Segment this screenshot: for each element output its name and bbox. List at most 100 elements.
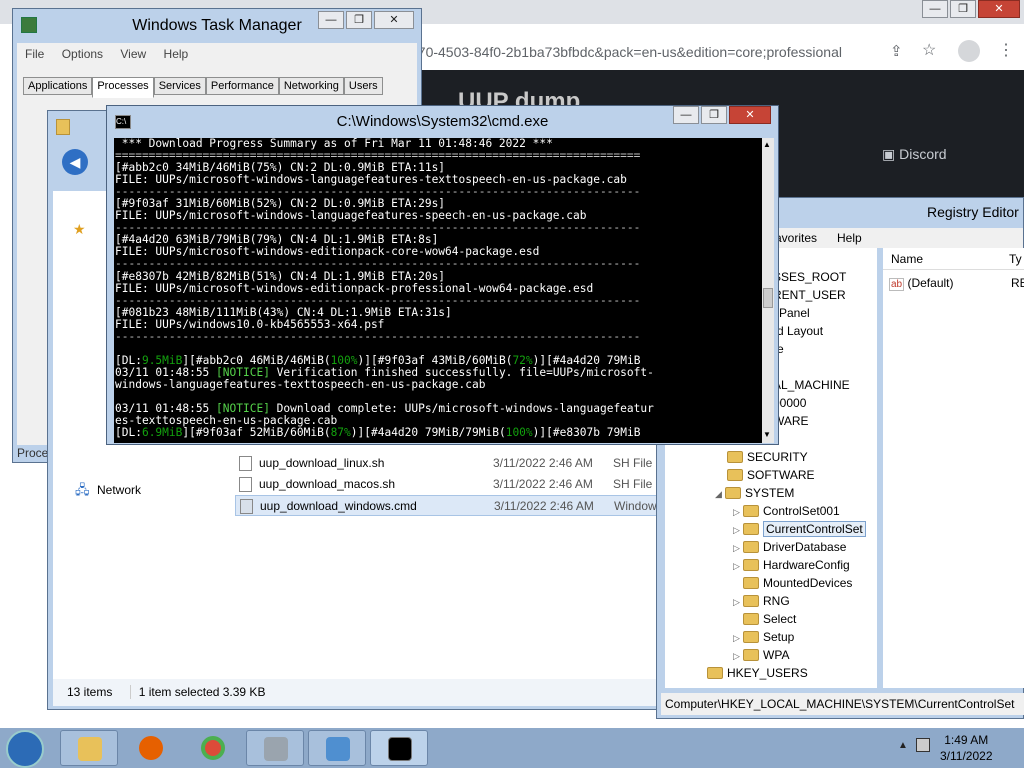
tray-arrow-icon[interactable]: ▲ (898, 740, 908, 751)
collapsed-arrow-icon[interactable]: ▷ (733, 503, 743, 521)
tree-item-security[interactable]: SECURITY (727, 448, 808, 466)
browser-maximize-button[interactable]: ❐ (950, 0, 976, 18)
nav-network[interactable]: Network (97, 483, 141, 497)
tm-menubar: File Options View Help (17, 43, 417, 65)
tree-item[interactable]: AL_MACHINE (773, 376, 850, 394)
task-manager-taskbar-icon (264, 737, 288, 761)
favorites-star-icon: ★ (73, 221, 86, 237)
registry-values-pane: Name Ty ab (Default) RE (883, 248, 1024, 688)
bookmark-star-icon[interactable]: ☆ (922, 40, 936, 60)
tm-minimize-button[interactable]: — (318, 11, 344, 29)
reg-menu-help[interactable]: Help (837, 231, 862, 245)
string-value-icon: ab (889, 278, 905, 291)
expanded-arrow-icon[interactable]: ◢ (715, 485, 725, 503)
tree-item-select[interactable]: Select (743, 610, 796, 628)
collapsed-arrow-icon[interactable]: ▷ (733, 593, 743, 611)
file-row[interactable]: uup_download_linux.sh 3/11/2022 2:46 AM … (235, 453, 659, 474)
col-type[interactable]: Ty (1009, 248, 1022, 270)
cmd-close-button[interactable]: ✕ (729, 106, 771, 124)
folder-icon (743, 523, 759, 535)
scroll-down-icon[interactable]: ▼ (763, 430, 771, 439)
taskbar-registry-editor[interactable] (308, 730, 366, 766)
scroll-up-icon[interactable]: ▲ (763, 140, 771, 149)
tree-item-setup[interactable]: ▷ Setup (733, 628, 794, 646)
tm-menu-view[interactable]: View (120, 47, 146, 61)
tree-item-hardwareconfig[interactable]: ▷ HardwareConfig (733, 556, 850, 574)
file-date: 3/11/2022 2:46 AM (493, 456, 593, 470)
value-type: RE (1011, 276, 1024, 290)
browser-minimize-button[interactable]: — (922, 0, 948, 18)
tab-users[interactable]: Users (343, 77, 383, 95)
status-selection: 1 item selected 3.39 KB (129, 685, 266, 699)
cmd-scrollbar[interactable]: ▲ ▼ (762, 138, 774, 443)
tree-item-driverdatabase[interactable]: ▷ DriverDatabase (733, 538, 846, 556)
tree-item[interactable]: SSES_ROOT (773, 268, 846, 286)
network-icon: 🖧 (75, 482, 90, 497)
value-row-default[interactable]: ab (Default) (889, 276, 953, 291)
taskbar-explorer[interactable] (60, 730, 118, 766)
browser-close-button[interactable]: ✕ (978, 0, 1020, 18)
tm-status-processes: Proce (17, 446, 49, 460)
col-name[interactable]: Name (891, 252, 923, 266)
collapsed-arrow-icon[interactable]: ▷ (733, 647, 743, 665)
file-row-selected[interactable]: uup_download_windows.cmd 3/11/2022 2:46 … (235, 495, 659, 516)
cmd-console-output[interactable]: *** Download Progress Summary as of Fri … (114, 138, 762, 443)
file-row[interactable]: uup_download_macos.sh 3/11/2022 2:46 AM … (235, 474, 659, 495)
tree-item-wpa[interactable]: ▷ WPA (733, 646, 789, 664)
tree-item-mounteddevices[interactable]: MountedDevices (743, 574, 852, 592)
tree-item-hkey-users[interactable]: HKEY_USERS (707, 664, 808, 682)
start-button[interactable] (6, 730, 44, 768)
folder-icon (743, 595, 759, 607)
folder-icon (743, 559, 759, 571)
tree-item-software[interactable]: SOFTWARE (727, 466, 815, 484)
share-icon[interactable]: ⇪ (890, 42, 903, 60)
cmd-maximize-button[interactable]: ❐ (701, 106, 727, 124)
folder-icon (725, 487, 741, 499)
tab-applications[interactable]: Applications (23, 77, 93, 95)
browser-menu-icon[interactable]: ⋮ (998, 40, 1014, 60)
taskbar-firefox[interactable] (122, 730, 180, 766)
reg-menu-favorites[interactable]: avorites (775, 231, 817, 245)
collapsed-arrow-icon[interactable]: ▷ (733, 521, 743, 539)
collapsed-arrow-icon[interactable]: ▷ (733, 539, 743, 557)
cmd-file-icon (240, 499, 253, 514)
back-icon[interactable]: ◀ (62, 149, 88, 175)
firefox-icon (139, 736, 163, 760)
tree-item-system[interactable]: ◢ SYSTEM (715, 484, 794, 502)
profile-avatar-icon[interactable] (958, 40, 980, 62)
network-tray-icon[interactable] (916, 738, 930, 752)
folder-icon (743, 577, 759, 589)
tab-processes[interactable]: Processes (92, 77, 154, 98)
tm-menu-file[interactable]: File (25, 47, 44, 61)
collapsed-arrow-icon[interactable]: ▷ (733, 557, 743, 575)
scroll-thumb[interactable] (763, 288, 773, 308)
file-name: uup_download_linux.sh (259, 456, 385, 470)
taskbar-chrome[interactable] (184, 730, 242, 766)
taskbar-clock[interactable]: 1:49 AM 3/11/2022 (940, 732, 993, 764)
registry-icon (326, 737, 350, 761)
tree-item-rng[interactable]: ▷ RNG (733, 592, 790, 610)
tab-services[interactable]: Services (153, 77, 206, 95)
tab-performance[interactable]: Performance (205, 77, 279, 95)
browser-address-bar[interactable]: b70-4503-84f0-2b1ba73bfbdc&pack=en-us&ed… (410, 36, 880, 68)
folder-icon (743, 649, 759, 661)
file-type: SH File (613, 456, 653, 470)
cmd-minimize-button[interactable]: — (673, 106, 699, 124)
tm-maximize-button[interactable]: ❐ (346, 11, 372, 29)
tree-item[interactable]: rd Layout (773, 322, 823, 340)
tree-item-controlset001[interactable]: ▷ ControlSet001 (733, 502, 840, 520)
tm-menu-help[interactable]: Help (164, 47, 189, 61)
tree-item[interactable]: RENT_USER (773, 286, 846, 304)
tab-networking[interactable]: Networking (278, 77, 344, 95)
sh-file-icon (239, 456, 252, 471)
taskbar-task-manager[interactable] (246, 730, 304, 766)
taskbar-cmd[interactable] (370, 730, 428, 766)
tm-close-button[interactable]: ✕ (374, 11, 414, 29)
folder-icon (707, 667, 723, 679)
collapsed-arrow-icon[interactable]: ▷ (733, 629, 743, 647)
taskbar: ▲ 1:49 AM 3/11/2022 (0, 728, 1024, 768)
folder-icon (727, 451, 743, 463)
discord-link[interactable]: ▣ Discord (882, 146, 947, 163)
tm-menu-options[interactable]: Options (62, 47, 103, 61)
tree-item-currentcontrolset[interactable]: ▷ CurrentControlSet (733, 520, 866, 538)
